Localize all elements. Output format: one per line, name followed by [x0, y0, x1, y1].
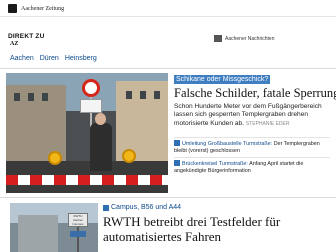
related-article-kicker: Umleitung Großbaustelle Turmstraße:	[182, 141, 273, 147]
related-article-2[interactable]: Brückenkreisel Turmstraße: Anfang April …	[174, 160, 332, 175]
brand-name: Aachener Zeitung	[21, 5, 65, 12]
brand-link[interactable]: Aachener Zeitung	[8, 4, 64, 13]
hero-info-plate	[80, 99, 102, 113]
lead-author: STEPHANIE EDER	[245, 120, 290, 127]
article-bullet-icon	[174, 140, 180, 146]
related-article-kicker: Brückenkreisel Turmstraße:	[182, 161, 248, 167]
hero-window	[154, 91, 160, 99]
city-nav: Aachen Düren Heinsberg	[10, 55, 97, 62]
hero-window	[14, 93, 20, 101]
city-link-dueren[interactable]: Düren	[40, 55, 59, 62]
city-link-heinsberg[interactable]: Heinsberg	[65, 55, 97, 62]
second-kicker[interactable]: Campus, B56 und A44	[103, 204, 181, 211]
brand-logo-icon	[8, 4, 17, 13]
lead-image[interactable]	[6, 73, 168, 193]
right-brand-logo-icon	[214, 35, 222, 42]
list-divider	[174, 137, 330, 138]
hero-barrier	[6, 175, 168, 185]
no-entry-sign-icon	[82, 79, 100, 97]
hero-person	[90, 123, 112, 171]
top-bar: Aachener Zeitung	[0, 0, 336, 17]
header-divider	[0, 68, 336, 69]
list-divider	[174, 157, 330, 158]
lead-kicker[interactable]: Schikane oder Missgeschick?	[174, 75, 271, 84]
hero-window	[28, 93, 34, 101]
hero-window	[42, 93, 48, 101]
thumb-blue-sign	[70, 231, 86, 237]
warning-light-icon	[48, 151, 62, 165]
right-brand-link[interactable]: Aachener Nachrichten	[214, 35, 274, 42]
hero-window	[126, 91, 132, 99]
related-article-1[interactable]: Umleitung Großbaustelle Turmstraße: Der …	[174, 140, 332, 155]
hero-person-head	[95, 113, 106, 125]
article-bullet-icon	[103, 204, 109, 211]
lead-headline[interactable]: Falsche Schilder, fatale Sperrungen	[174, 86, 336, 100]
article-bullet-icon	[174, 160, 180, 166]
second-headline[interactable]: RWTH betreibt drei Testfelder für automa…	[103, 214, 333, 244]
lead-teaser: Schon Hunderte Meter vor dem Fußgängerbe…	[174, 103, 334, 128]
hero-window	[140, 91, 146, 99]
thumb-building	[18, 215, 58, 252]
az-logo[interactable]: AZ	[10, 41, 32, 54]
right-brand-name: Aachener Nachrichten	[225, 35, 275, 42]
direkt-zu-label: DIREKT ZU	[8, 33, 45, 40]
thumb-sign: RWTH Aachen Campus	[68, 213, 88, 227]
warning-light-icon	[122, 149, 136, 163]
city-link-aachen[interactable]: Aachen	[10, 55, 34, 62]
section-divider	[0, 197, 336, 198]
second-kicker-text: Campus, B56 und A44	[111, 204, 182, 211]
second-article-image[interactable]: RWTH Aachen Campus	[10, 203, 98, 252]
